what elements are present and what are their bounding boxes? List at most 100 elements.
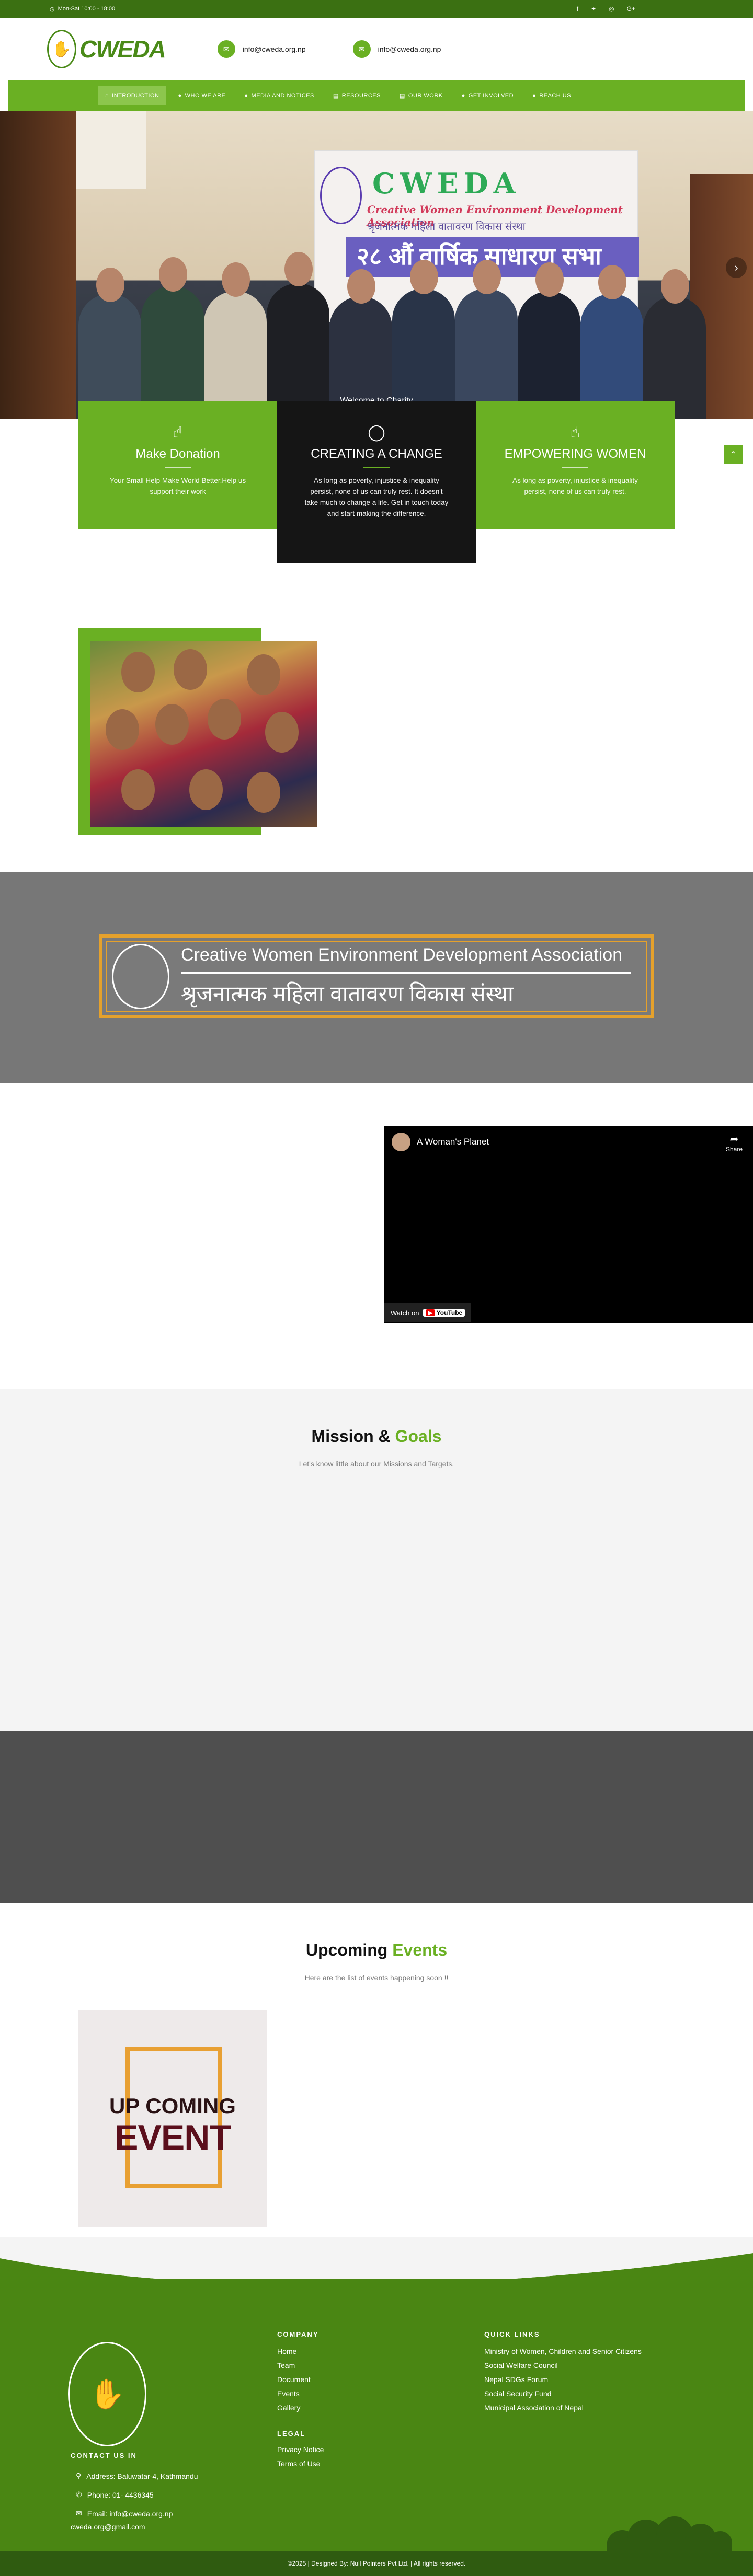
feature-text: As long as poverty, injustice & inequali… — [304, 477, 449, 517]
video-header: A Woman's Planet — [384, 1126, 753, 1158]
channel-avatar[interactable] — [392, 1133, 410, 1151]
logo-hand-icon: ✋ — [89, 2377, 126, 2410]
footer-link-team[interactable]: Team — [277, 2361, 295, 2370]
footer-contact-heading: CONTACT US IN — [71, 2452, 137, 2459]
nav-item-get-involved[interactable]: ● GET INVOLVED — [454, 86, 521, 105]
nav-item-label: INTRODUCTION — [112, 93, 159, 99]
feature-title: Make Donation — [135, 447, 220, 461]
nav-item-introduction[interactable]: ⌂ INTRODUCTION — [98, 86, 167, 105]
mission-heading: Mission & Goals — [311, 1427, 442, 1446]
site-footer: ✋ COMPANY Home Team Document Events Gall… — [0, 2237, 753, 2576]
people-silhouette-decoration — [607, 2514, 732, 2551]
event-card-line1: UP COMING — [109, 2094, 236, 2118]
events-section: Upcoming Events Here are the list of eve… — [0, 1903, 753, 2237]
youtube-video-player[interactable]: A Woman's Planet ➦ Share Watch on ▶ YouTu… — [384, 1126, 753, 1323]
footer-email[interactable]: ✉ Email: info@cweda.org.np — [76, 2509, 173, 2518]
header-email-1[interactable]: ✉ info@cweda.org.np — [217, 40, 306, 58]
envelope-icon: ✉ — [217, 40, 235, 58]
twitter-icon[interactable]: ✦ — [591, 5, 596, 13]
footer-link-gallery[interactable]: Gallery — [277, 2404, 300, 2412]
footer-quick-links-heading: QUICK LINKS — [484, 2330, 540, 2338]
document-icon: ▤ — [399, 93, 405, 99]
footer-link-social-security[interactable]: Social Security Fund — [484, 2389, 551, 2398]
nav-item-label: RESOURCES — [341, 93, 381, 99]
nav-item-label: REACH US — [539, 93, 572, 99]
logo-hand-icon: ✋ — [47, 30, 76, 68]
watch-on-youtube-button[interactable]: Watch on ▶ YouTube — [384, 1303, 472, 1322]
mission-subtitle: Let's know little about our Missions and… — [299, 1460, 454, 1468]
header-email-2-text: info@cweda.org.np — [378, 45, 441, 53]
feature-title: EMPOWERING WOMEN — [504, 447, 646, 461]
document-icon: ▤ — [333, 93, 339, 99]
footer-company-heading: COMPANY — [277, 2330, 319, 2338]
youtube-logo: ▶ YouTube — [423, 1309, 465, 1317]
working-hours: ◷ Mon-Sat 10:00 - 18:00 — [39, 6, 115, 13]
nav-item-label: OUR WORK — [408, 93, 443, 99]
footer-link-ministry[interactable]: Ministry of Women, Children and Senior C… — [484, 2347, 642, 2355]
footer-link-terms[interactable]: Terms of Use — [277, 2459, 320, 2468]
footer-link-events[interactable]: Events — [277, 2389, 300, 2398]
footer-link-privacy[interactable]: Privacy Notice — [277, 2445, 324, 2454]
feature-text: As long as poverty, injustice & inequali… — [512, 477, 638, 495]
cweda-banner-english: Creative Women Environment Development A… — [181, 945, 623, 965]
cweda-seal-logo — [112, 944, 169, 1009]
footer-link-sdgs-forum[interactable]: Nepal SDGs Forum — [484, 2375, 548, 2384]
banner-seal-logo — [320, 167, 362, 224]
feature-boxes: ☝ Make Donation Your Small Help Make Wor… — [78, 401, 675, 563]
user-icon: ● — [461, 93, 465, 99]
feature-text: Your Small Help Make World Better.Help u… — [109, 477, 246, 495]
divider — [562, 467, 588, 468]
user-icon: ● — [244, 93, 248, 99]
main-nav: ⌂ INTRODUCTION ● WHO WE ARE ● MEDIA AND NOT… — [8, 80, 745, 111]
chevron-right-icon: › — [734, 261, 738, 274]
site-header: ✋ CWEDA ✉ info@cweda.org.np ✉ info@cweda… — [0, 18, 753, 80]
footer-link-social-welfare[interactable]: Social Welfare Council — [484, 2361, 558, 2370]
footer-phone[interactable]: ✆ Phone: 01- 4436345 — [76, 2490, 154, 2499]
nav-item-media-and-notices[interactable]: ● MEDIA AND NOTICES — [237, 86, 322, 105]
facebook-icon[interactable]: f — [577, 5, 578, 13]
divider — [165, 467, 191, 468]
site-logo[interactable]: ✋ CWEDA — [47, 30, 166, 68]
share-arrow-icon: ➦ — [729, 1134, 739, 1145]
nav-item-label: MEDIA AND NOTICES — [251, 93, 314, 99]
footer-link-document[interactable]: Document — [277, 2375, 311, 2384]
scroll-up-button[interactable]: ⌃ — [724, 445, 743, 464]
banner-nepali: श्रृजनात्मक महिला वातावरण विकास संस्था — [367, 221, 526, 233]
copyright-bar: ©2025 | Designed By: Null Pointers Pvt L… — [0, 2551, 753, 2576]
user-icon: ● — [178, 93, 182, 99]
social-links: f ✦ ◎ G+ — [577, 5, 714, 13]
nav-item-who-we-are[interactable]: ● WHO WE ARE — [170, 86, 233, 105]
cweda-banner-nepali: श्रृजनात्मक महिला वातावरण विकास संस्था — [181, 981, 514, 1006]
divider — [181, 972, 631, 974]
nav-item-label: WHO WE ARE — [185, 93, 226, 99]
footer-email-2[interactable]: cweda.org@gmail.com — [71, 2523, 145, 2531]
map-pin-icon: ⚲ — [76, 2471, 82, 2480]
hands-icon: ☝ — [570, 424, 580, 441]
header-email-1-text: info@cweda.org.np — [242, 45, 306, 53]
slider-next-button[interactable]: › — [726, 257, 747, 278]
share-label: Share — [725, 1146, 743, 1153]
mission-section: Mission & Goals Let's know little about … — [0, 1389, 753, 1731]
logo-text: CWEDA — [79, 36, 166, 63]
nav-item-reach-us[interactable]: ● REACH US — [525, 86, 578, 105]
share-button[interactable]: ➦ Share — [726, 1133, 743, 1153]
event-card[interactable]: UP COMING EVENT — [78, 2010, 267, 2227]
banner-title: CWEDA — [372, 167, 521, 200]
google-plus-icon[interactable]: G+ — [627, 5, 635, 13]
feature-empowering-women: ☝ EMPOWERING WOMEN As long as poverty, i… — [476, 401, 675, 529]
footer-legal-heading: LEGAL — [277, 2430, 306, 2438]
nav-item-resources[interactable]: ▤ RESOURCES — [326, 86, 388, 106]
events-heading: Upcoming Events — [305, 1940, 448, 1959]
instagram-icon[interactable]: ◎ — [609, 5, 614, 13]
header-email-2[interactable]: ✉ info@cweda.org.np — [352, 40, 441, 58]
envelope-icon: ✉ — [352, 40, 371, 58]
dark-band-section — [0, 1731, 753, 1903]
footer-link-municipal[interactable]: Municipal Association of Nepal — [484, 2404, 584, 2412]
video-title[interactable]: A Woman's Planet — [417, 1137, 489, 1147]
nav-item-our-work[interactable]: ▤ OUR WORK — [392, 86, 450, 106]
cweda-banner: Creative Women Environment Development A… — [99, 934, 654, 1018]
phone-icon: ✆ — [76, 2490, 82, 2499]
footer-link-home[interactable]: Home — [277, 2347, 296, 2355]
top-bar: ◷ Mon-Sat 10:00 - 18:00 f ✦ ◎ G+ — [0, 0, 753, 18]
feature-creating-a-change: ◯ CREATING A CHANGE As long as poverty, … — [277, 401, 476, 563]
